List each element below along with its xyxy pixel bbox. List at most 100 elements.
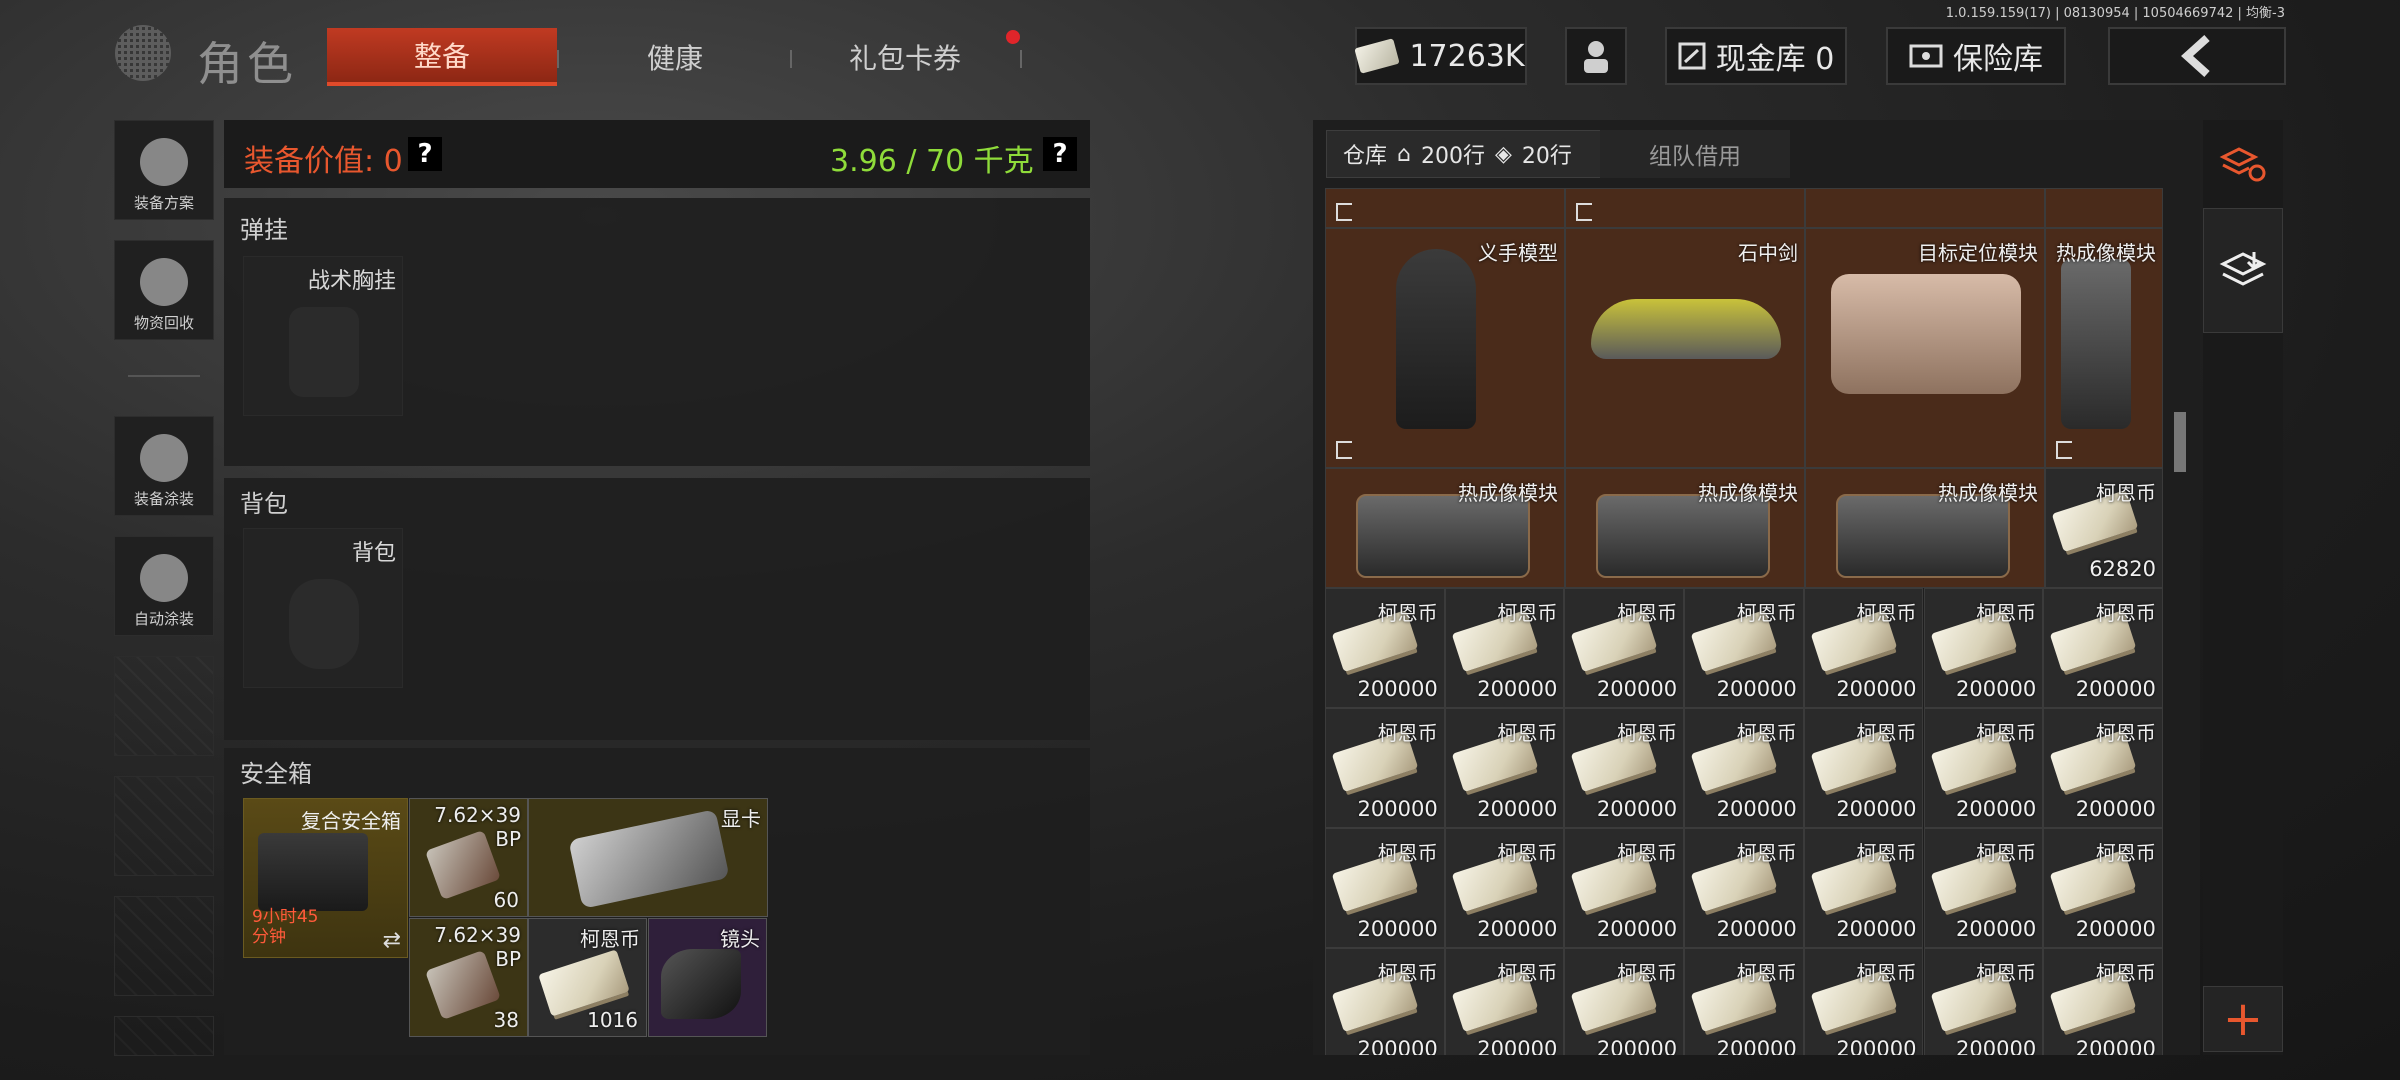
insurance-vault-button[interactable]: 保险库 [1886, 27, 2066, 85]
coin-item[interactable]: 柯恩币 200000 [1444, 828, 1565, 948]
helmet-icon [140, 138, 188, 186]
sort-button[interactable] [2203, 130, 2283, 200]
coin-item[interactable]: 柯恩币 200000 [2043, 948, 2163, 1055]
item-name: 柯恩币 [1497, 961, 1558, 985]
coin-item[interactable]: 柯恩币 200000 [2043, 588, 2163, 708]
item-count: 200000 [1596, 677, 1678, 701]
scrollbar[interactable] [2171, 188, 2189, 1055]
stack-refresh-icon [2219, 147, 2266, 182]
item-name: 柯恩币 [1736, 721, 1797, 745]
loadout-plan-button[interactable]: 装备方案 [114, 120, 214, 220]
chest-rig-slot[interactable]: 战术胸挂 [243, 256, 403, 416]
item-count: 200000 [1477, 1037, 1558, 1055]
coin-item[interactable]: 柯恩币 200000 [1564, 948, 1685, 1055]
coin-item[interactable]: 柯恩币 200000 [1325, 828, 1445, 948]
recycle-button[interactable]: 物资回收 [114, 240, 214, 340]
recycle-label: 物资回收 [133, 314, 194, 332]
item-count: 200000 [1836, 1037, 1917, 1055]
coin-item[interactable]: 柯恩币 200000 [1684, 948, 1804, 1055]
exit-icon [2056, 441, 2072, 459]
item-name: 柯恩币 [1736, 601, 1797, 625]
safebox-title: 安全箱 [240, 760, 312, 788]
scrollbar-thumb[interactable] [2174, 412, 2186, 472]
grid-item[interactable]: 热成像模块 [1565, 468, 1805, 588]
coin-item[interactable]: 柯恩币 200000 [1444, 588, 1565, 708]
grid-item[interactable]: 柯恩币 62820 [2045, 468, 2163, 588]
coin-item[interactable]: 柯恩币 200000 [1444, 948, 1565, 1055]
equipment-skin-button[interactable]: 装备涂装 [114, 416, 214, 516]
grid-item[interactable] [1805, 188, 2045, 228]
coin-item[interactable]: 柯恩币 200000 [1325, 588, 1445, 708]
coin-item[interactable]: 柯恩币 200000 [1564, 588, 1685, 708]
cash-vault-button[interactable]: 现金库 0 [1665, 27, 1847, 85]
grid-item[interactable]: 目标定位模块 [1805, 228, 2045, 468]
operator-button[interactable] [1565, 27, 1627, 85]
rig-section: 弹挂 战术胸挂 [224, 198, 1090, 466]
exit-icon [1576, 203, 1592, 221]
home-icon: ⌂ [1397, 141, 1411, 167]
coin-item[interactable]: 柯恩币 200000 [1803, 948, 1924, 1055]
coin-item[interactable]: 柯恩币 200000 [1803, 588, 1924, 708]
team-borrow-tab[interactable]: 组队借用 [1600, 130, 1790, 178]
tab-divider [557, 50, 559, 68]
coin-item[interactable]: 柯恩币 200000 [1325, 708, 1445, 828]
target-module-icon [1831, 274, 2021, 394]
item-count: 200000 [1836, 677, 1917, 701]
safebox-slot[interactable]: 复合安全箱 9小时45分钟 ⇄ [243, 798, 408, 958]
tab-gear[interactable]: 整备 [327, 28, 557, 86]
coin-item[interactable]: 柯恩币 200000 [1684, 828, 1804, 948]
grid-item[interactable] [1325, 188, 1565, 228]
item-name: 热成像模块 [1698, 481, 1798, 505]
backpack-slot[interactable]: 背包 [243, 528, 403, 688]
safebox-item[interactable]: 显卡 [528, 798, 768, 917]
thermal-module-icon [1596, 494, 1770, 578]
safebox-item[interactable]: 柯恩币 1016 [528, 918, 647, 1037]
warehouse-grid: 义手模型 石中剑 目标定位模块 热成像模块 热成像模块 热成像模块 热成像模块 … [1325, 188, 2163, 1055]
grid-item[interactable] [1565, 188, 1805, 228]
coin-item[interactable]: 柯恩币 200000 [2043, 708, 2163, 828]
grid-item[interactable] [2045, 188, 2163, 228]
item-name: 柯恩币 [1617, 841, 1678, 865]
weight-help-button[interactable]: ? [1043, 137, 1077, 171]
coin-item[interactable]: 柯恩币 200000 [1803, 708, 1924, 828]
empty-slot [114, 776, 214, 876]
coin-item[interactable]: 柯恩币 200000 [1923, 588, 2044, 708]
coin-item[interactable]: 柯恩币 200000 [1803, 828, 1924, 948]
item-name: 柯恩币 [1377, 721, 1438, 745]
item-count: 200000 [1477, 797, 1558, 821]
coin-item[interactable]: 柯恩币 200000 [1923, 708, 2044, 828]
tab-divider [1020, 50, 1022, 68]
grid-item[interactable]: 义手模型 [1325, 228, 1565, 468]
tab-gift-cards[interactable]: 礼包卡券 [810, 28, 1000, 86]
grid-item[interactable]: 热成像模块 [2045, 228, 2163, 468]
soldier-icon [140, 434, 188, 482]
coin-item[interactable]: 柯恩币 200000 [1923, 828, 2044, 948]
tab-health[interactable]: 健康 [590, 28, 760, 86]
value-help-button[interactable]: ? [408, 137, 442, 171]
coin-item[interactable]: 柯恩币 200000 [1325, 948, 1445, 1055]
grid-item[interactable]: 石中剑 [1565, 228, 1805, 468]
safebox-item[interactable]: 7.62×39 BP 38 [409, 918, 528, 1037]
deposit-button[interactable] [2203, 208, 2283, 333]
item-name: 义手模型 [1478, 241, 1558, 265]
back-button[interactable] [2108, 27, 2286, 85]
swap-icon[interactable]: ⇄ [383, 928, 401, 953]
coin-item[interactable]: 柯恩币 200000 [1684, 708, 1804, 828]
coin-item[interactable]: 柯恩币 200000 [1564, 708, 1685, 828]
coin-item[interactable]: 柯恩币 200000 [1684, 588, 1804, 708]
coin-item[interactable]: 柯恩币 200000 [1923, 948, 2044, 1055]
safebox-item[interactable]: 7.62×39 BP 60 [409, 798, 528, 917]
coin-item[interactable]: 柯恩币 200000 [2043, 828, 2163, 948]
coin-item[interactable]: 柯恩币 200000 [1444, 708, 1565, 828]
carry-weight: 3.96 / 70 千克 [830, 144, 1034, 179]
item-name: 柯恩币 [1976, 841, 2037, 865]
currency-display[interactable]: 17263K [1354, 27, 1527, 85]
grid-item[interactable]: 热成像模块 [1325, 468, 1565, 588]
auto-paint-button[interactable]: 自动涂装 [114, 536, 214, 636]
safebox-item[interactable]: 镜头 [648, 918, 767, 1037]
skin-label: 装备涂装 [133, 490, 194, 508]
coin-item[interactable]: 柯恩币 200000 [1564, 828, 1685, 948]
add-button[interactable]: + [2203, 986, 2283, 1052]
thermal-module-icon [1836, 494, 2010, 578]
grid-item[interactable]: 热成像模块 [1805, 468, 2045, 588]
